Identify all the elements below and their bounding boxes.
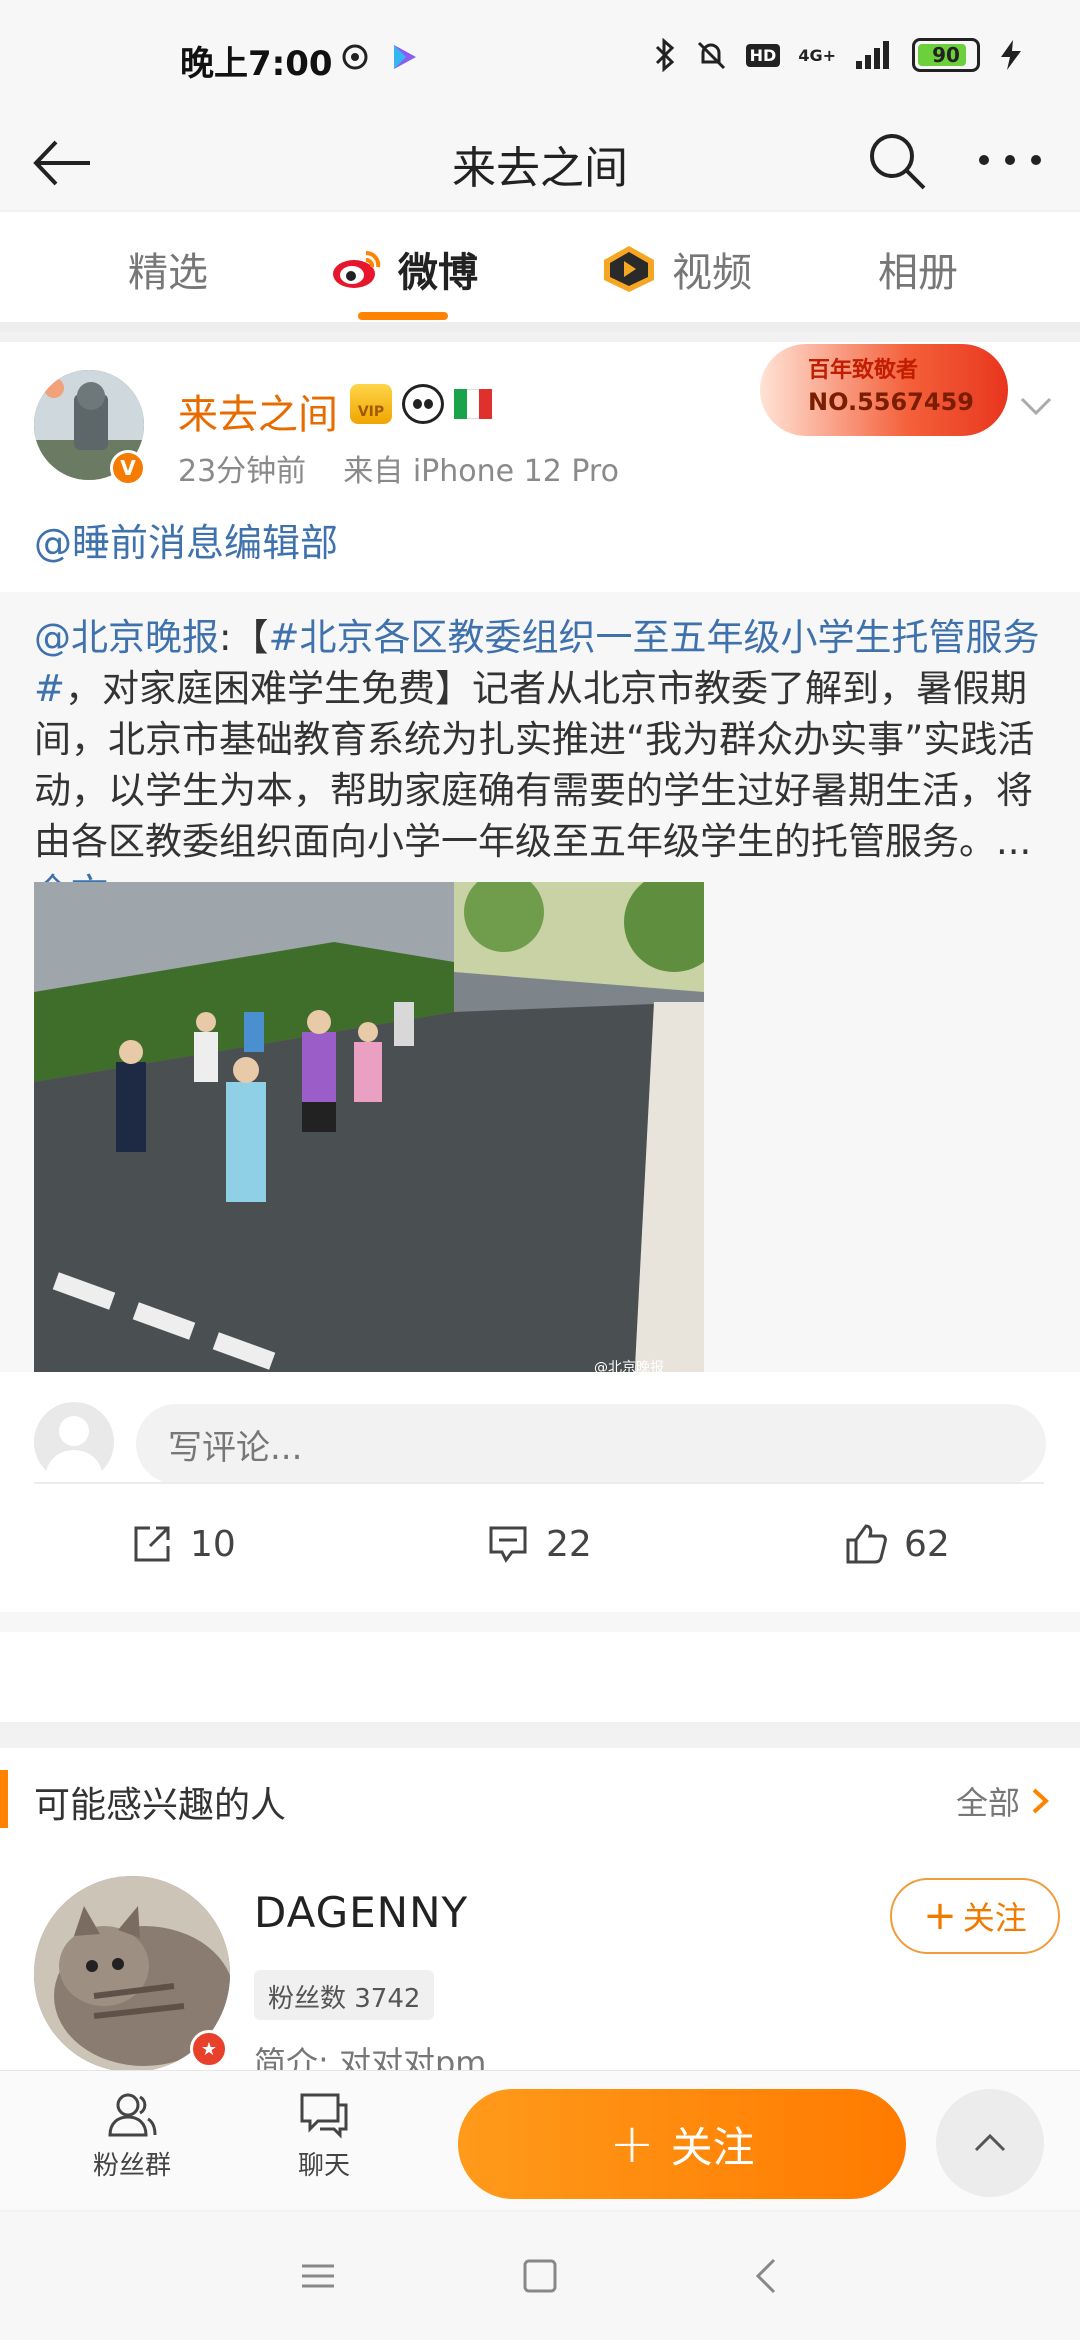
fans-count-badge: 粉丝数 3742 [254, 1970, 435, 2020]
fans-group-label: 粉丝群 [92, 2151, 171, 2181]
suggested-users: 可能感兴趣的人 全部 ★ DAGENNY 粉丝数 3742 简介: 对对对pm … [0, 1748, 1080, 2082]
signal-icon [856, 41, 889, 69]
network-type: 4G+ [798, 45, 836, 65]
more-button[interactable] [970, 130, 1050, 190]
plus-icon: + [609, 2112, 655, 2175]
italy-flag-icon[interactable] [454, 389, 493, 419]
repost-colon: : [219, 616, 232, 659]
fans-group-icon [108, 2093, 157, 2137]
comment-count: 22 [546, 1523, 592, 1565]
profile-tabs: 精选 微博 视频 相册 [0, 212, 1080, 332]
post-menu-button[interactable] [1016, 386, 1056, 426]
menu-icon [302, 2264, 334, 2288]
bluetooth-icon [655, 38, 674, 72]
repost-count: 10 [190, 1523, 236, 1565]
more-dots-icon [979, 155, 1041, 165]
title-bar: 来去之间 [0, 110, 1080, 210]
comment-icon [489, 1526, 527, 1563]
hd-badge: HD [745, 43, 781, 67]
play-store-icon [394, 45, 416, 69]
mute-bell-icon [697, 41, 725, 70]
weibo-logo-icon [333, 250, 381, 288]
tab-label: 视频 [672, 250, 752, 296]
battery-level: 90 [932, 43, 960, 67]
user-badge-icon: ★ [190, 2030, 228, 2068]
like-count: 62 [904, 1523, 950, 1565]
chat-label: 聊天 [297, 2151, 350, 2181]
chevron-up-icon [974, 2133, 1006, 2152]
see-all-button[interactable]: 全部 [956, 1778, 1050, 1824]
nav-back-button[interactable] [746, 2254, 790, 2298]
tab-label: 精选 [128, 250, 208, 296]
search-button[interactable] [864, 128, 930, 194]
follow-label: 关注 [962, 1899, 1027, 1937]
tab-video[interactable]: 视频 [600, 240, 752, 298]
comment-row: 写评论... [0, 1372, 1080, 1492]
video-logo-icon [604, 246, 654, 292]
children-exercising-photo: @北京晚报 [34, 882, 704, 1386]
charging-icon [1001, 40, 1021, 70]
post-source: 来自 iPhone 12 Pro [343, 454, 619, 489]
like-button[interactable]: 62 [844, 1522, 950, 1566]
chevron-right-icon [1032, 1788, 1049, 1814]
fans-group-button[interactable]: 粉丝群 [72, 2091, 192, 2182]
tab-label: 相册 [878, 250, 958, 296]
thumbs-up-icon [846, 1524, 887, 1564]
my-avatar [34, 1402, 114, 1482]
author-name[interactable]: 来去之间 [178, 382, 338, 440]
status-time: 晚上7:00 [180, 44, 333, 84]
repost-icon [134, 1526, 170, 1562]
tab-album[interactable]: 相册 [878, 240, 958, 298]
status-right: HD 4G+ 90 [654, 38, 1024, 72]
see-all-label: 全部 [955, 1784, 1020, 1822]
post-actions: 10 22 62 [0, 1492, 1080, 1612]
weibo-post: V 来去之间 VIP 23分钟前 来自 iPhone 12 Pro 百年致敬者 … [0, 342, 1080, 1722]
honor-badge[interactable]: 百年致敬者 NO.5567459 [760, 344, 1008, 436]
comment-button[interactable]: 22 [486, 1522, 592, 1566]
honor-badge-title: 百年致敬者 [808, 358, 919, 383]
chat-button[interactable]: 聊天 [264, 2091, 384, 2182]
mention-link[interactable]: @睡前消息编辑部 [34, 512, 338, 567]
repost-button[interactable]: 10 [130, 1522, 236, 1566]
tab-weibo[interactable]: 微博 [330, 240, 478, 298]
status-bar: 晚上7:00 HD 4G+ 90 [0, 0, 1080, 110]
chevron-down-icon [1020, 397, 1052, 416]
nav-menu-button[interactable] [296, 2254, 340, 2298]
search-icon [870, 134, 926, 190]
vip-badge-icon[interactable]: VIP [350, 384, 392, 424]
follow-button[interactable]: + 关注 [458, 2089, 906, 2199]
nav-home-button[interactable] [518, 2254, 562, 2298]
comment-input[interactable]: 写评论... [136, 1404, 1046, 1484]
nav-back-icon [755, 2258, 776, 2294]
battery-icon: 90 [912, 38, 980, 72]
repost-bracket: 【 [231, 616, 269, 659]
repost-photo[interactable]: @北京晚报 [34, 882, 704, 1386]
status-app-icons [340, 42, 418, 72]
scroll-to-top-button[interactable] [936, 2089, 1044, 2197]
active-tab-indicator [358, 312, 448, 320]
suggested-user-name[interactable]: DAGENNY [254, 1888, 468, 1937]
app-notification-icon [342, 44, 368, 70]
repost-author-link[interactable]: @北京晚报 [34, 616, 219, 659]
panda-badge-icon[interactable] [402, 384, 444, 424]
post-meta: 23分钟前 来自 iPhone 12 Pro [178, 446, 619, 490]
follow-button-label: 关注 [670, 2122, 755, 2172]
repost-text: @北京晚报:【#北京各区教委组织一至五年级小学生托管服务#，对家庭困难学生免费】… [34, 612, 1044, 918]
repost-body: ，对家庭困难学生免费】记者从北京市教委了解到，暑假期间，北京市基础教育系统为扎实… [34, 667, 1035, 863]
home-square-icon [523, 2259, 557, 2293]
honor-badge-number: NO.5567459 [808, 388, 974, 416]
system-navigation-bar [0, 2212, 1080, 2340]
tab-featured[interactable]: 精选 [128, 240, 208, 298]
section-title: 可能感兴趣的人 [34, 1785, 287, 1826]
divider [34, 1482, 1044, 1484]
post-time: 23分钟前 [178, 454, 307, 489]
tab-label: 微博 [398, 250, 478, 296]
author-badges: VIP [350, 384, 493, 424]
profile-bottom-bar: 粉丝群 聊天 + 关注 [0, 2070, 1080, 2210]
plus-icon: + [923, 1893, 957, 1939]
verified-badge: V [110, 450, 146, 486]
follow-user-button[interactable]: + 关注 [890, 1878, 1060, 1954]
chat-icon [300, 2093, 348, 2139]
section-accent-bar [0, 1770, 8, 1828]
